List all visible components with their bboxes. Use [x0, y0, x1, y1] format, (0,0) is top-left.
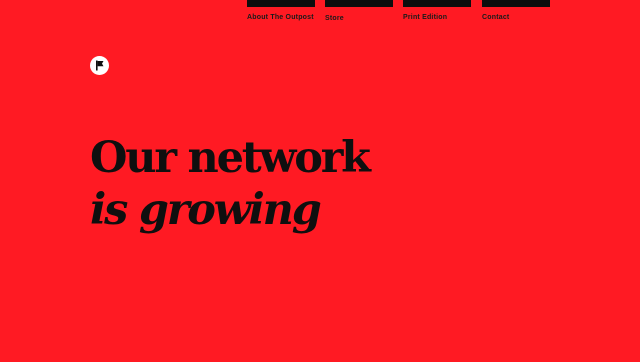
- headline-line-1: Our network: [90, 133, 371, 183]
- nav-item-label: Store: [325, 15, 344, 22]
- logo[interactable]: [90, 56, 109, 75]
- nav-item-label: Print Edition: [403, 14, 448, 21]
- nav-item-print-edition[interactable]: Print Edition: [403, 0, 471, 28]
- headline-line-2: is growing: [90, 185, 322, 235]
- flag-icon: [96, 60, 104, 71]
- nav-item-label: Contact: [482, 14, 510, 21]
- nav-bar-block: [403, 0, 471, 7]
- top-navigation: About The Outpost Store Print Edition Co…: [0, 0, 640, 30]
- nav-item-contact[interactable]: Contact: [482, 0, 550, 28]
- nav-item-store[interactable]: Store: [325, 0, 393, 28]
- hero-headline: Our network is growing: [90, 132, 371, 236]
- nav-item-label: About The Outpost: [247, 14, 314, 21]
- nav-item-about[interactable]: About The Outpost: [247, 0, 315, 28]
- nav-bar-block: [482, 0, 550, 7]
- nav-bar-block: [247, 0, 315, 7]
- nav-bar-block: [325, 0, 393, 7]
